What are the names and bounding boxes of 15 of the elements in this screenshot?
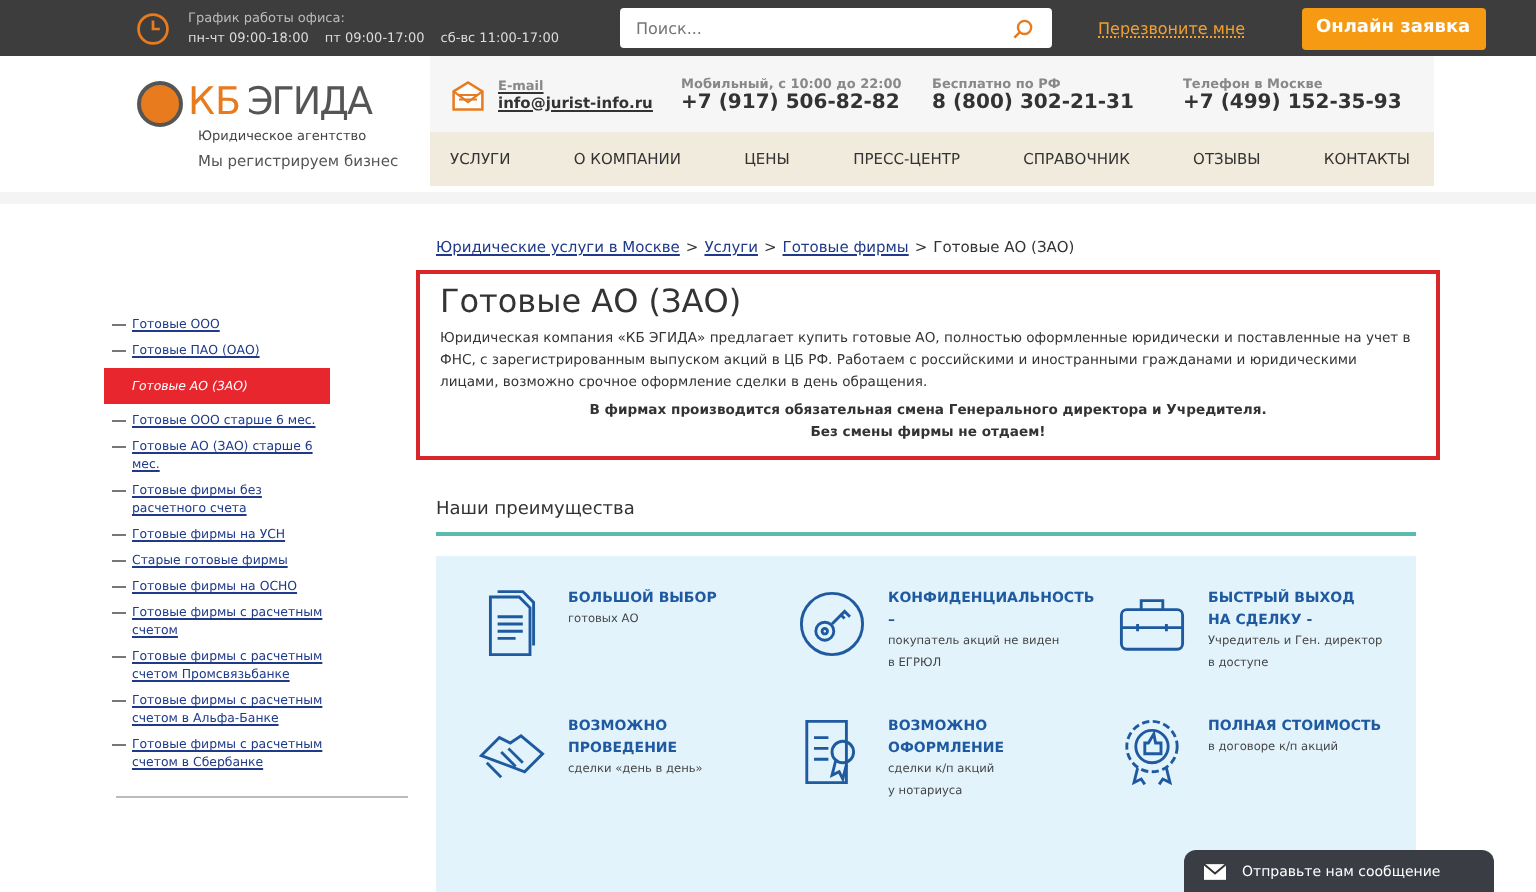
callback-link[interactable]: Перезвоните мне <box>1098 19 1246 37</box>
section-title: Наши преимущества <box>436 500 1416 536</box>
phone-number: 8 (800) 302-21-31 <box>932 91 1134 113</box>
phone-number: +7 (499) 152-35-93 <box>1183 91 1402 113</box>
key-icon <box>796 588 868 660</box>
envelope-icon <box>450 77 486 111</box>
search-field[interactable]: Поиск... <box>620 8 1052 48</box>
logo-text: КБ <box>188 84 242 122</box>
logo-icon <box>136 79 184 127</box>
clock-icon <box>136 11 170 45</box>
phone-number: +7 (917) 506-82-82 <box>681 91 902 113</box>
search-icon[interactable] <box>1012 18 1034 40</box>
logo-name: ЭГИДА <box>247 84 371 122</box>
page-title: Готовые АО (ЗАО) <box>440 282 744 320</box>
envelope-icon <box>1204 863 1226 879</box>
